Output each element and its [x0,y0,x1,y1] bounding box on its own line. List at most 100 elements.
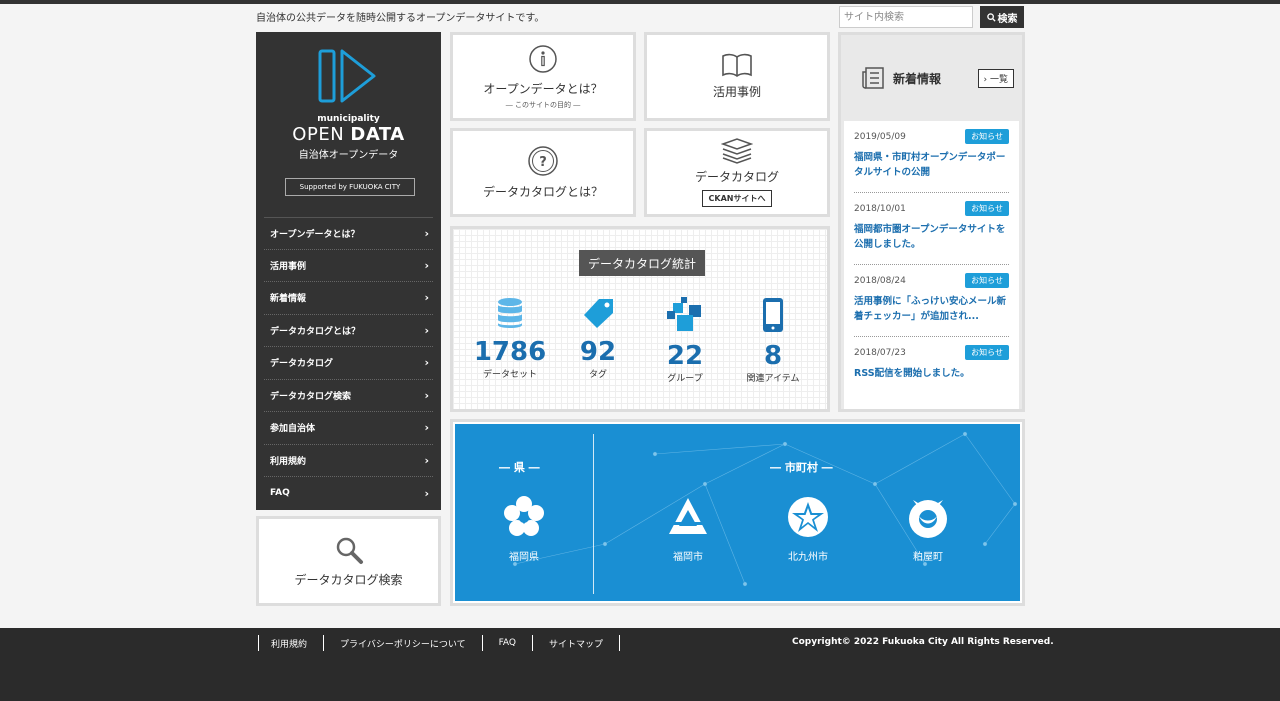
news-header: 新着情報 › 一覧 [841,35,1022,121]
news-link[interactable]: 福岡都市圏オープンデータサイトを公開しました。 [854,222,1009,252]
site-tagline: 自治体の公共データを随時公開するオープンデータサイトです。 [256,13,545,24]
muni-name: 北九州市 [788,552,828,563]
stat-tags[interactable]: 92 タグ [553,297,643,380]
stat-datasets[interactable]: 1786 データセット [465,297,555,380]
map-divider [593,434,594,594]
sidebar-item-cases[interactable]: 活用事例 › [264,250,433,282]
search-icon [986,12,996,22]
stat-datasets-value: 1786 [473,337,547,367]
news-badge: お知らせ [965,345,1009,360]
chevron-right-icon: › [424,486,429,500]
stat-related-items[interactable]: 8 関連アイテム [728,297,818,384]
search-button-label: 検索 [997,13,1018,25]
sidebar-item-municipalities[interactable]: 参加自治体 › [264,412,433,445]
municipality-map-panel: ― 県 ― ― 市町村 ― 福岡県 福岡市 北九州市 粕屋町 [450,419,1025,606]
tile-catalog-about[interactable]: ? データカタログとは？ [450,128,636,217]
chevron-right-icon: › [424,421,429,435]
tile-about-label: オープンデータとは？ [483,81,603,96]
catalog-search-label: データカタログ検索 [294,572,403,587]
fukuoka-city-emblem-icon [669,498,707,534]
search-button[interactable]: 検索 [980,6,1024,28]
sidebar-item-catalog-about[interactable]: データカタログとは？ › [264,315,433,347]
sidebar-item-catalog[interactable]: データカタログ › [264,347,433,380]
stat-groups[interactable]: 22 グループ [640,297,730,384]
chevron-right-icon: › [424,258,429,272]
sidebar-item-news[interactable]: 新着情報 › [264,282,433,315]
open-data-logo-icon [318,49,376,103]
map-background: ― 県 ― ― 市町村 ― 福岡県 福岡市 北九州市 粕屋町 [455,424,1020,601]
news-link[interactable]: 福岡県・市町村オープンデータポータルサイトの公開 [854,150,1009,180]
stack-icon [721,138,753,164]
sidebar-item-about[interactable]: オープンデータとは？ › [264,217,433,250]
chevron-right-icon: › [424,323,429,337]
sidebar-item-catalog-search[interactable]: データカタログ検索 › [264,380,433,412]
catalog-stats-panel: データカタログ統計 1786 データセット 92 タグ 22 グループ 8 関連… [450,226,830,412]
stat-tags-caption: タグ [588,370,607,380]
news-badge: お知らせ [965,273,1009,288]
news-link[interactable]: 活用事例に「ふっけい安心メール新着チェッカー」が追加され... [854,294,1009,324]
stat-related-value: 8 [763,341,783,371]
copyright: Copyright© 2022 Fukuoka City All Rights … [792,637,1054,647]
site-search-input[interactable] [839,6,973,28]
muni-kitakyushu[interactable]: 北九州市 [763,494,853,563]
top-bar [0,0,1280,4]
logo-jp: 自治体オープンデータ [298,150,399,161]
database-icon [498,298,522,328]
news-badge: お知らせ [965,201,1009,216]
kitakyushu-emblem-icon [788,497,828,537]
sidebar-item-faq[interactable]: FAQ › [264,477,433,510]
footer-links: 利用規約 プライバシーポリシーについて FAQ サイトマップ [258,635,621,651]
news-item[interactable]: 2018/10/01 お知らせ 福岡都市圏オープンデータサイトを公開しました。 [854,193,1009,265]
tile-about-sub: ― このサイトの目的 ― [505,100,581,109]
sidebar-item-terms[interactable]: 利用規約 › [264,445,433,477]
muni-name: 粕屋町 [913,552,943,563]
footer-link-sitemap[interactable]: サイトマップ [532,635,619,651]
tile-about-open-data[interactable]: オープンデータとは？ ― このサイトの目的 ― [450,32,636,121]
question-icon: ? [528,146,558,176]
chevron-right-icon: › [424,356,429,370]
news-item[interactable]: 2018/08/24 お知らせ 活用事例に「ふっけい安心メール新着チェッカー」が追… [854,265,1009,337]
tile-cases[interactable]: 活用事例 [644,32,830,121]
muni-kasuya[interactable]: 粕屋町 [883,494,973,563]
stat-tags-value: 92 [579,337,617,367]
group-icon [667,297,701,331]
tile-catalog-label: データカタログ [694,170,779,184]
news-panel: 新着情報 › 一覧 2019/05/09 お知らせ 福岡県・市町村オープンデータポ… [838,32,1025,412]
supported-badge: Supported by FUKUOKA CITY [285,178,415,196]
muni-fukuoka-city[interactable]: 福岡市 [643,494,733,563]
logo-panel[interactable]: municipality OPEN DATA 自治体オープンデータ Suppor… [256,32,441,217]
tag-icon [584,299,613,328]
muni-name: 福岡市 [673,552,703,563]
footer-link-privacy[interactable]: プライバシーポリシーについて [323,635,482,651]
chevron-right-icon: › [424,388,429,402]
svg-text:?: ? [539,155,547,170]
news-list-button[interactable]: › 一覧 [977,68,1014,88]
kasuya-emblem-icon [909,500,947,538]
newspaper-icon [862,67,884,89]
tile-catalog[interactable]: データカタログ CKANサイトへ [644,128,830,217]
news-date: 2018/07/23 [854,347,906,358]
footer: 利用規約 プライバシーポリシーについて FAQ サイトマップ Copyright… [0,628,1280,701]
magnifier-icon [336,537,363,564]
catalog-search-card[interactable]: データカタログ検索 [256,516,441,606]
pref-heading: ― 県 ― [499,461,540,474]
chevron-right-icon: › [424,453,429,467]
stat-datasets-caption: データセット [482,370,537,380]
ckan-site-button[interactable]: CKANサイトへ [701,190,773,207]
news-date: 2018/08/24 [854,275,906,286]
news-item[interactable]: 2018/07/23 お知らせ RSS配信を開始しました。 [854,337,1009,409]
tile-cases-label: 活用事例 [712,85,761,99]
news-item[interactable]: 2019/05/09 お知らせ 福岡県・市町村オープンデータポータルサイトの公開 [854,121,1009,193]
footer-link-faq[interactable]: FAQ [481,635,532,651]
stats-title: データカタログ統計 [579,250,705,276]
news-link[interactable]: RSS配信を開始しました。 [854,366,1009,381]
book-icon [722,53,752,77]
stat-groups-value: 22 [666,341,704,371]
fukuoka-pref-emblem-icon [504,496,544,536]
pref-fukuoka[interactable]: 福岡県 [479,494,569,563]
footer-link-terms[interactable]: 利用規約 [258,635,323,651]
stat-related-caption: 関連アイテム [746,374,800,384]
tile-catalog-about-label: データカタログとは？ [482,185,603,199]
stat-groups-caption: グループ [667,374,703,384]
logo-sub: municipality [317,114,380,124]
